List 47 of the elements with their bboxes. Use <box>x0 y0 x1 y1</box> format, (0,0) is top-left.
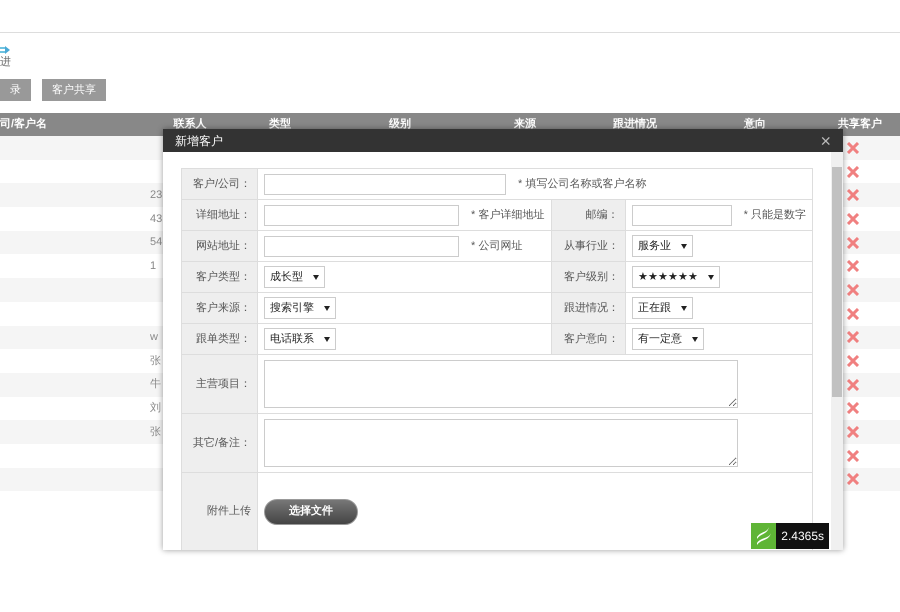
table-cell: w <box>150 331 158 344</box>
select-field[interactable]: 服务业 <box>632 235 693 257</box>
hint-text: * 只能是数字 <box>744 208 806 223</box>
field-label: 跟进情况： <box>564 300 619 316</box>
column-header: 类型 <box>269 116 291 132</box>
column-header: 跟进情况 <box>613 116 657 132</box>
select-field[interactable]: 电话联系 <box>264 328 336 350</box>
timer-text: 2.4365s <box>780 528 825 545</box>
field-label: 其它/备注： <box>192 436 251 451</box>
field-label: 客户级别： <box>564 270 619 285</box>
table-cell: 23 <box>150 188 162 201</box>
follow-label: 进 <box>0 55 11 69</box>
hint-text: * 填写公司名称或客户名称 <box>518 176 646 192</box>
table-cell: 牛 <box>150 378 161 390</box>
field-label: 从事行业： <box>564 238 619 254</box>
field-label: 客户/公司： <box>192 176 251 192</box>
field-label: 附件上传 <box>207 504 251 520</box>
column-header: 司/客户名 <box>0 116 48 132</box>
column-header: 级别 <box>389 117 411 132</box>
column-header: 共享客户 <box>838 116 882 132</box>
field-label: 客户意向： <box>564 332 619 347</box>
table-cell: 张 <box>150 354 161 367</box>
table-cell: 张 <box>150 426 161 438</box>
table-cell: 1 <box>150 260 156 272</box>
select-field[interactable]: 有一定意 <box>632 328 704 350</box>
table-cell: 54 <box>150 236 162 248</box>
field-label: 网站地址： <box>196 238 251 254</box>
close-button[interactable]: × <box>820 132 831 150</box>
column-header: 意向 <box>744 116 766 132</box>
choose-file-button[interactable]: 选择文件 <box>264 498 358 524</box>
select-field[interactable]: 搜索引擎 <box>264 297 336 319</box>
field-label: 主营项目： <box>196 376 251 392</box>
table-cell: 刘 <box>150 402 161 414</box>
field-label: 客户类型： <box>196 270 251 285</box>
select-field[interactable]: 正在跟 <box>632 297 693 319</box>
field-label: 客户来源： <box>196 300 251 316</box>
table-cell: 43 <box>150 212 162 225</box>
hint-text: * 客户详细地址 <box>471 208 544 223</box>
field-label: 详细地址： <box>196 208 251 223</box>
select-field[interactable]: ★★★★★★ <box>632 266 720 288</box>
field-label: 跟单类型： <box>196 332 251 347</box>
column-header: 联系人 <box>174 116 206 132</box>
field-label: 邮编： <box>586 208 619 223</box>
select-field[interactable]: 成长型 <box>264 266 325 288</box>
dialog-title: 新增客户 <box>175 132 223 150</box>
column-header: 来源 <box>514 116 536 132</box>
hint-text: * 公司网址 <box>471 238 522 254</box>
